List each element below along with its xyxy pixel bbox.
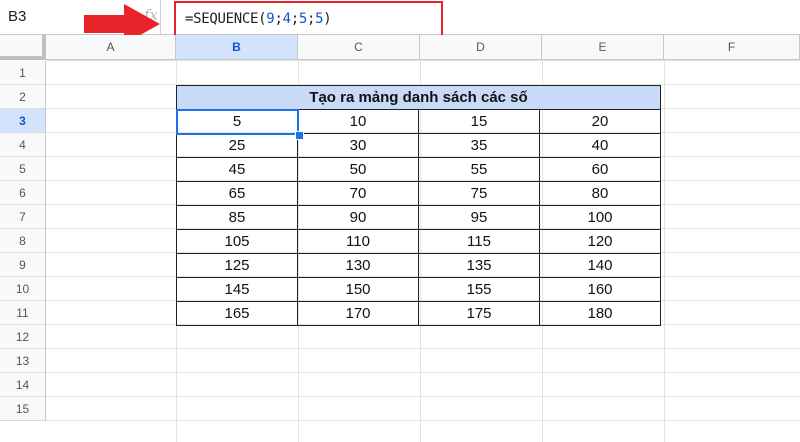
column-header-b[interactable]: B	[176, 35, 298, 60]
table-cell[interactable]: 130	[297, 253, 419, 278]
row-header-1[interactable]: 1	[0, 61, 46, 85]
row-header-7[interactable]: 7	[0, 205, 46, 229]
table-cell[interactable]: 90	[297, 205, 419, 230]
row-header-11[interactable]: 11	[0, 301, 46, 325]
table-row: 25 30 35 40	[176, 133, 661, 158]
table-cell[interactable]: 165	[176, 301, 298, 326]
name-box-value: B3	[8, 8, 27, 25]
table-cell[interactable]: 25	[176, 133, 298, 158]
formula-text[interactable]: =SEQUENCE(9;4;5;5)	[185, 11, 332, 27]
row-header-10[interactable]: 10	[0, 277, 46, 301]
table-cell[interactable]: 110	[297, 229, 419, 254]
row-header-8[interactable]: 8	[0, 229, 46, 253]
table-row: 5 10 15 20	[176, 109, 661, 134]
table-cell[interactable]: 60	[539, 157, 661, 182]
table-row: 105 110 115 120	[176, 229, 661, 254]
table-row: 65 70 75 80	[176, 181, 661, 206]
table-cell[interactable]: 75	[418, 181, 540, 206]
row-header-14[interactable]: 14	[0, 373, 46, 397]
row-header-15[interactable]: 15	[0, 397, 46, 421]
row-header-9[interactable]: 9	[0, 253, 46, 277]
table-cell[interactable]: 50	[297, 157, 419, 182]
table-cell[interactable]: 170	[297, 301, 419, 326]
table-cell[interactable]: 145	[176, 277, 298, 302]
grid-row-line	[46, 60, 800, 61]
table-row: 125 130 135 140	[176, 253, 661, 278]
table-cell[interactable]: 65	[176, 181, 298, 206]
column-header-e[interactable]: E	[542, 35, 664, 60]
sequence-table: Tạo ra mảng danh sách các số 5 10 15 20 25 30…	[176, 85, 661, 326]
table-cell[interactable]: 40	[539, 133, 661, 158]
row-header-5[interactable]: 5	[0, 157, 46, 181]
table-cell[interactable]: 55	[418, 157, 540, 182]
table-cell[interactable]: 35	[418, 133, 540, 158]
row-header-3[interactable]: 3	[0, 109, 46, 133]
fill-handle[interactable]	[295, 131, 304, 140]
table-cell[interactable]: 175	[418, 301, 540, 326]
column-header-a[interactable]: A	[46, 35, 176, 60]
table-cell[interactable]: 70	[297, 181, 419, 206]
table-cell[interactable]: 155	[418, 277, 540, 302]
table-cell[interactable]: 10	[297, 109, 419, 134]
grid-row-line	[46, 420, 800, 421]
grid-column-line	[664, 60, 665, 442]
table-cell[interactable]: 150	[297, 277, 419, 302]
row-header-4[interactable]: 4	[0, 133, 46, 157]
table-cell[interactable]: 100	[539, 205, 661, 230]
table-row: 85 90 95 100	[176, 205, 661, 230]
table-cell[interactable]: 135	[418, 253, 540, 278]
table-cell[interactable]: 140	[539, 253, 661, 278]
table-cell[interactable]: 95	[418, 205, 540, 230]
row-header-13[interactable]: 13	[0, 349, 46, 373]
table-cell[interactable]: 115	[418, 229, 540, 254]
table-cell[interactable]: 15	[418, 109, 540, 134]
table-cell[interactable]: 105	[176, 229, 298, 254]
column-header-d[interactable]: D	[420, 35, 542, 60]
table-cell[interactable]: 180	[539, 301, 661, 326]
grid-row-line	[46, 396, 800, 397]
table-title[interactable]: Tạo ra mảng danh sách các số	[176, 85, 661, 110]
row-header-6[interactable]: 6	[0, 181, 46, 205]
table-cell[interactable]: 125	[176, 253, 298, 278]
grid-row-line	[46, 372, 800, 373]
table-cell[interactable]: 120	[539, 229, 661, 254]
table-cell[interactable]: 20	[539, 109, 661, 134]
table-row: 165 170 175 180	[176, 301, 661, 326]
table-cell[interactable]: 160	[539, 277, 661, 302]
select-all-corner[interactable]	[0, 35, 46, 60]
grid-row-line	[46, 348, 800, 349]
table-cell[interactable]: 5	[176, 109, 298, 134]
table-row: 145 150 155 160	[176, 277, 661, 302]
table-cell[interactable]: 45	[176, 157, 298, 182]
table-cell[interactable]: 80	[539, 181, 661, 206]
column-header-c[interactable]: C	[298, 35, 420, 60]
row-header-2[interactable]: 2	[0, 85, 46, 109]
table-cell[interactable]: 30	[297, 133, 419, 158]
table-cell[interactable]: 85	[176, 205, 298, 230]
table-row: 45 50 55 60	[176, 157, 661, 182]
column-header-f[interactable]: F	[664, 35, 800, 60]
row-header-12[interactable]: 12	[0, 325, 46, 349]
